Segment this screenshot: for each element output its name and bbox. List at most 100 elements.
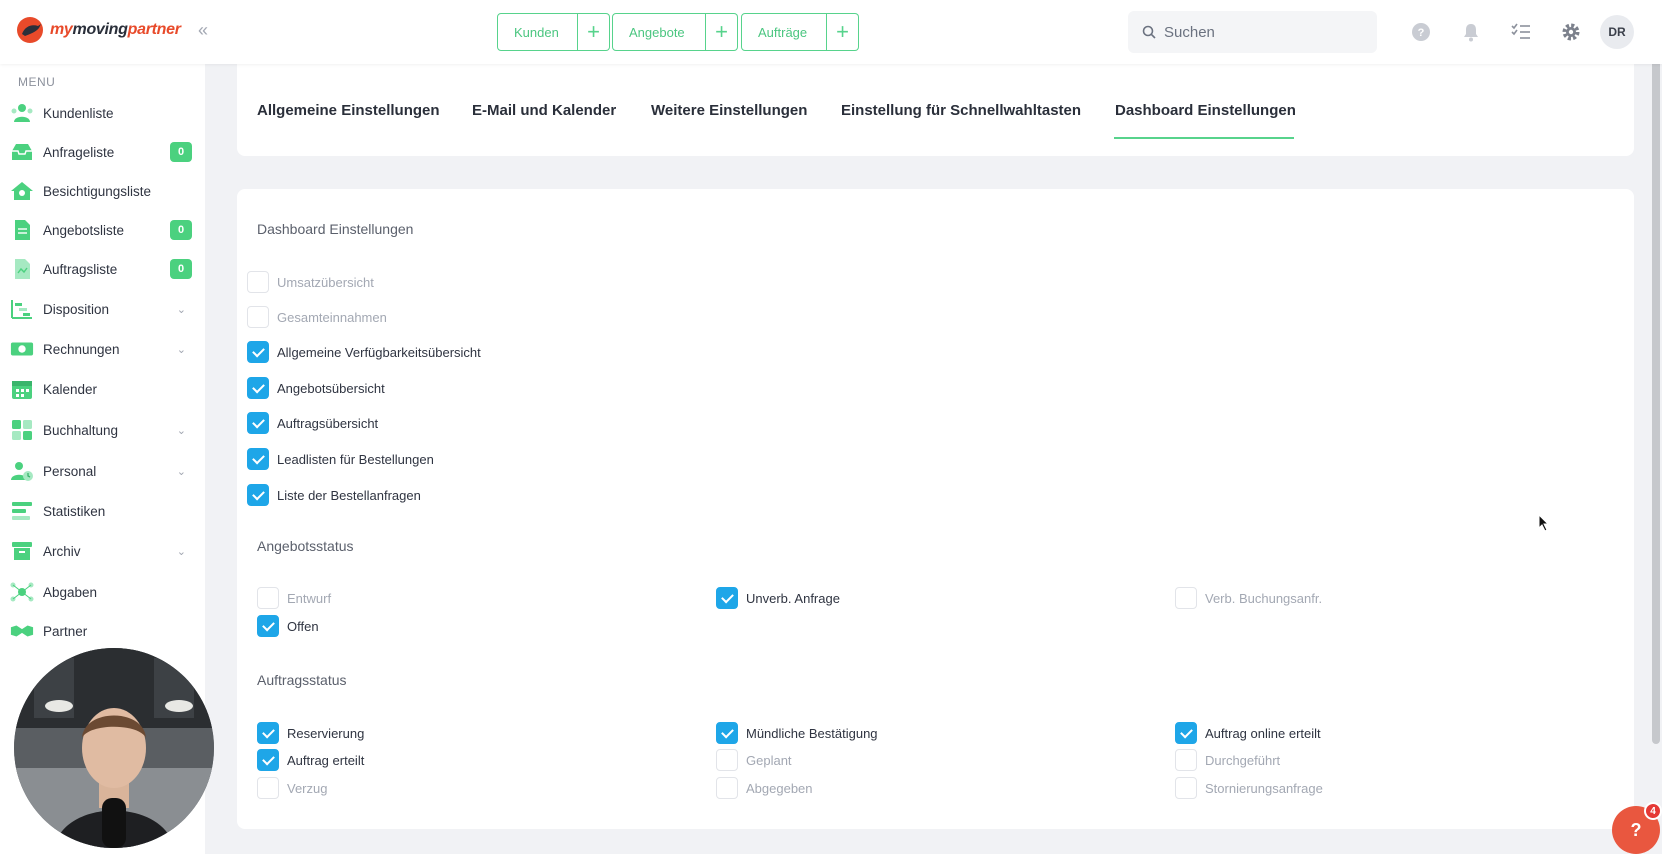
sidebar-item-kalender[interactable]: Kalender <box>10 374 198 404</box>
option-leadlisten[interactable]: Leadlisten für Bestellungen <box>247 448 434 470</box>
option-verfuegbarkeitsuebersicht[interactable]: Allgemeine Verfügbarkeitsübersicht <box>247 341 481 363</box>
sidebar-item-partner[interactable]: Partner <box>10 616 198 646</box>
tab-allgemeine-einstellungen[interactable]: Allgemeine Einstellungen <box>257 102 440 119</box>
sidebar-item-personal[interactable]: Personal ⌄ <box>10 456 198 486</box>
option-auftragsuebersicht[interactable]: Auftragsübersicht <box>247 412 378 434</box>
sidebar-item-label: Auftragsliste <box>43 261 118 277</box>
checkbox[interactable] <box>1175 777 1197 799</box>
option-gesamteinnahmen[interactable]: Gesamteinnahmen <box>247 306 387 328</box>
sidebar-item-kundenliste[interactable]: Kundenliste <box>10 98 198 128</box>
sidebar-item-rechnungen[interactable]: Rechnungen ⌄ <box>10 334 198 364</box>
checkbox-label: Auftrag online erteilt <box>1205 725 1321 741</box>
option-durchgefuehrt[interactable]: Durchgeführt <box>1175 749 1280 771</box>
option-offen[interactable]: Offen <box>257 615 319 637</box>
checkbox-label: Entwurf <box>287 590 332 606</box>
sidebar-item-angebotsliste[interactable]: Angebotsliste 0 <box>10 215 198 245</box>
option-verb-buchungsanfr[interactable]: Verb. Buchungsanfr. <box>1175 587 1322 609</box>
checkbox[interactable] <box>1175 749 1197 771</box>
notification-badge: 4 <box>1644 802 1662 820</box>
sidebar-item-label: Buchhaltung <box>43 422 119 438</box>
add-angebote-plus-icon[interactable]: + <box>706 13 738 51</box>
sidebar-item-archiv[interactable]: Archiv ⌄ <box>10 536 198 566</box>
option-verzug[interactable]: Verzug <box>257 777 327 799</box>
help-icon[interactable]: ? <box>1410 21 1432 43</box>
bell-icon[interactable] <box>1460 21 1482 43</box>
checkbox-checked[interactable] <box>257 749 279 771</box>
option-auftrag-online-erteilt[interactable]: Auftrag online erteilt <box>1175 722 1321 744</box>
search-input[interactable] <box>1164 23 1364 41</box>
checkbox-checked[interactable] <box>257 722 279 744</box>
checkbox-label: Abgegeben <box>746 780 813 796</box>
sidebar-item-label: Anfrageliste <box>43 144 115 160</box>
checkbox-checked[interactable] <box>247 412 269 434</box>
option-angebotsuebersicht[interactable]: Angebotsübersicht <box>247 377 385 399</box>
svg-text:?: ? <box>1418 27 1425 39</box>
add-auftraege-plus-icon[interactable]: + <box>827 13 859 51</box>
tab-schnellwahltasten[interactable]: Einstellung für Schnellwahltasten <box>841 102 1081 119</box>
sidebar-item-abgaben[interactable]: Abgaben <box>10 577 198 607</box>
sidebar-item-besichtigungsliste[interactable]: Besichtigungsliste <box>10 176 198 206</box>
checkbox[interactable] <box>716 777 738 799</box>
sidebar-item-statistiken[interactable]: Statistiken <box>10 496 198 526</box>
option-geplant[interactable]: Geplant <box>716 749 792 771</box>
checkbox-label: Offen <box>287 618 319 634</box>
chevron-down-icon: ⌄ <box>176 424 186 437</box>
tab-email-und-kalender[interactable]: E-Mail und Kalender <box>472 102 616 119</box>
active-tab-indicator <box>1114 137 1294 139</box>
tab-dashboard-einstellungen[interactable]: Dashboard Einstellungen <box>1115 102 1296 119</box>
brand-logo[interactable]: mymovingpartner <box>16 16 181 44</box>
sidebar-item-anfrageliste[interactable]: Anfrageliste 0 <box>10 137 198 167</box>
option-entwurf[interactable]: Entwurf <box>257 587 331 609</box>
checkbox[interactable] <box>257 587 279 609</box>
calculator-icon <box>10 418 34 442</box>
sidebar-collapse-icon[interactable]: « <box>198 20 208 41</box>
checkbox-checked[interactable] <box>716 587 738 609</box>
count-badge: 0 <box>170 259 192 279</box>
section-title-angebotsstatus: Angebotsstatus <box>257 538 354 554</box>
checkbox[interactable] <box>1175 587 1197 609</box>
gear-icon[interactable] <box>1560 21 1582 43</box>
add-kunden-plus-icon[interactable]: + <box>578 13 610 51</box>
option-unverb-anfrage[interactable]: Unverb. Anfrage <box>716 587 840 609</box>
sidebar-item-label: Statistiken <box>43 503 106 519</box>
quick-action-angebote: Angebote + <box>612 13 738 51</box>
sidebar-item-buchhaltung[interactable]: Buchhaltung ⌄ <box>10 415 198 445</box>
checkbox[interactable] <box>257 777 279 799</box>
tab-weitere-einstellungen[interactable]: Weitere Einstellungen <box>651 102 807 119</box>
sidebar-item-disposition[interactable]: Disposition ⌄ <box>10 294 198 324</box>
user-avatar[interactable]: DR <box>1600 15 1634 49</box>
quick-action-kunden-button[interactable]: Kunden <box>497 13 578 51</box>
sidebar-item-auftragsliste[interactable]: Auftragsliste 0 <box>10 254 198 284</box>
checkbox-label: Verb. Buchungsanfr. <box>1205 590 1323 606</box>
checkbox[interactable] <box>716 749 738 771</box>
top-bar: mymovingpartner « Kunden + Angebote + Au… <box>0 0 1662 64</box>
option-abgegeben[interactable]: Abgegeben <box>716 777 813 799</box>
option-muendliche-bestaetigung[interactable]: Mündliche Bestätigung <box>716 722 878 744</box>
option-bestellanfragen[interactable]: Liste der Bestellanfragen <box>247 484 421 506</box>
checkbox-checked[interactable] <box>257 615 279 637</box>
checkbox-checked[interactable] <box>247 448 269 470</box>
quick-action-auftraege-button[interactable]: Aufträge <box>741 13 827 51</box>
page-scrollbar[interactable] <box>1652 44 1660 744</box>
sidebar-item-label: Kalender <box>43 381 98 397</box>
chevron-down-icon: ⌄ <box>176 343 186 356</box>
checkbox-checked[interactable] <box>716 722 738 744</box>
sidebar-item-label: Besichtigungsliste <box>43 183 152 199</box>
checkbox-checked[interactable] <box>1175 722 1197 744</box>
checkbox-label: Auftrag erteilt <box>287 752 365 768</box>
calendar-icon <box>10 377 34 401</box>
checklist-icon[interactable] <box>1510 21 1532 43</box>
option-stornierungsanfrage[interactable]: Stornierungsanfrage <box>1175 777 1323 799</box>
help-chat-button[interactable]: ? 4 <box>1612 802 1662 854</box>
option-umsatzuebersicht[interactable]: Umsatzübersicht <box>247 271 374 293</box>
sidebar-item-label: Abgaben <box>43 584 98 600</box>
checkbox[interactable] <box>247 271 269 293</box>
money-icon <box>10 337 34 361</box>
checkbox[interactable] <box>247 306 269 328</box>
option-auftrag-erteilt[interactable]: Auftrag erteilt <box>257 749 364 771</box>
quick-action-angebote-button[interactable]: Angebote <box>612 13 706 51</box>
checkbox-checked[interactable] <box>247 377 269 399</box>
option-reservierung[interactable]: Reservierung <box>257 722 364 744</box>
checkbox-checked[interactable] <box>247 484 269 506</box>
checkbox-checked[interactable] <box>247 341 269 363</box>
